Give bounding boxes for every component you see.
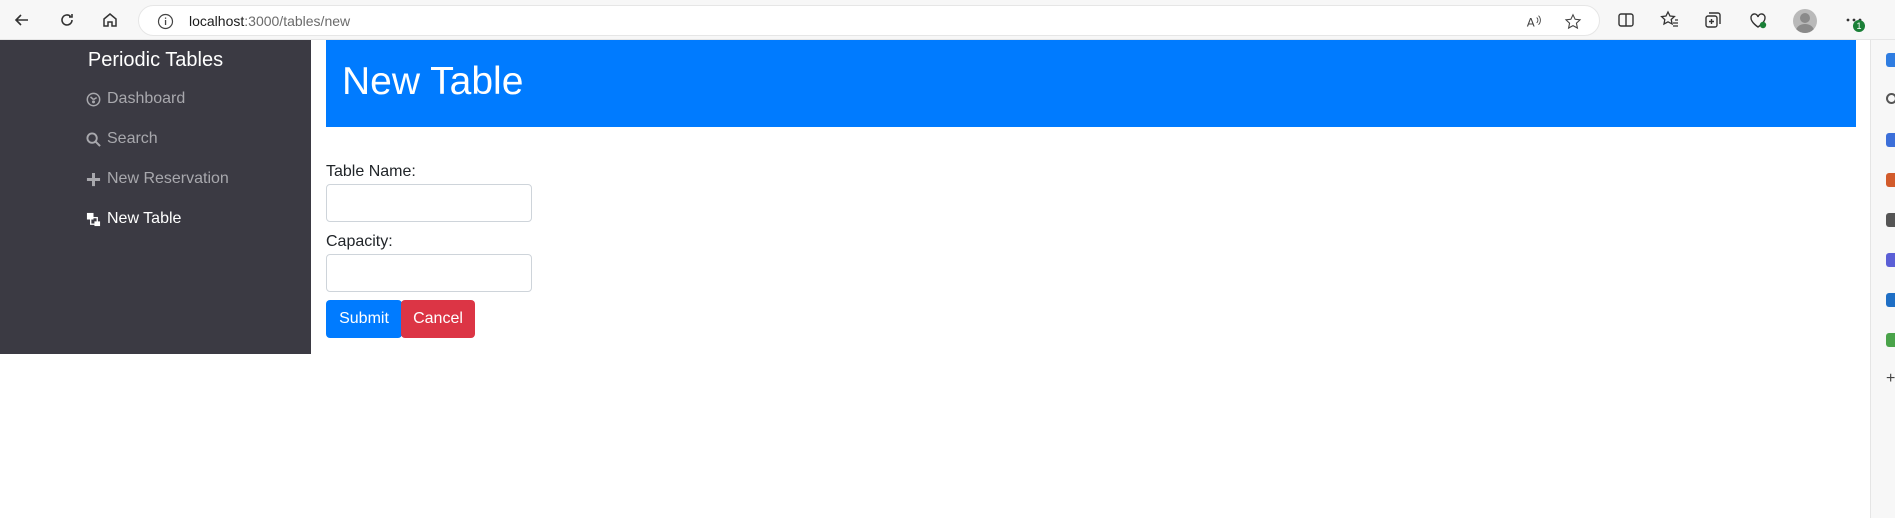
address-bar[interactable]: localhost:3000/tables/new A (138, 5, 1600, 36)
tools-icon[interactable] (1886, 173, 1895, 187)
split-screen-icon (1618, 13, 1634, 27)
plus-icon (85, 171, 102, 188)
home-button[interactable] (94, 6, 126, 34)
brand-title[interactable]: Periodic Tables (0, 49, 311, 72)
favorites-button[interactable] (1654, 6, 1686, 34)
url-text[interactable]: localhost:3000/tables/new (189, 13, 350, 29)
refresh-button[interactable] (51, 6, 83, 34)
search-sidebar-icon[interactable] (1886, 93, 1895, 104)
url-host: localhost (189, 13, 245, 29)
sidebar-item-label: Search (107, 130, 158, 147)
add-icon[interactable]: + (1886, 370, 1895, 388)
sidebar-item-new-reservation[interactable]: New Reservation (85, 170, 229, 188)
capacity-input[interactable] (326, 254, 532, 292)
sidebar-item-label: New Reservation (107, 170, 229, 187)
sidebar-item-dashboard[interactable]: Dashboard (85, 90, 185, 108)
table-name-input[interactable] (326, 184, 532, 222)
table-icon (85, 211, 102, 228)
read-aloud-button[interactable]: A (1523, 11, 1545, 33)
heart-pulse-icon (1750, 13, 1767, 29)
collections-button[interactable] (1697, 6, 1729, 34)
outlook-icon[interactable] (1886, 293, 1895, 307)
games-icon[interactable] (1886, 253, 1895, 267)
profile-avatar[interactable] (1793, 9, 1817, 33)
browser-side-panel: + (1870, 40, 1895, 518)
star-icon (1564, 13, 1582, 30)
drop-icon[interactable] (1886, 333, 1895, 347)
refresh-icon (61, 14, 73, 26)
back-arrow-icon (14, 14, 28, 26)
people-icon[interactable] (1886, 213, 1895, 227)
svg-text:A: A (1527, 16, 1535, 30)
bell-icon[interactable] (1886, 53, 1895, 67)
table-name-label: Table Name: (326, 163, 416, 180)
read-aloud-icon: A (1527, 15, 1541, 30)
page-title: New Table (342, 60, 524, 103)
search-icon (85, 131, 102, 148)
page-header: New Table (326, 40, 1856, 127)
info-icon[interactable] (157, 13, 174, 30)
sidebar-item-label: New Table (107, 210, 182, 227)
dashboard-icon (85, 91, 102, 108)
sidebar-item-label: Dashboard (107, 90, 186, 107)
sidebar-item-new-table[interactable]: New Table (85, 210, 181, 228)
cancel-button[interactable]: Cancel (401, 300, 475, 338)
split-screen-button[interactable] (1610, 6, 1642, 34)
notification-badge: 1 (1853, 20, 1865, 32)
browser-toolbar: localhost:3000/tables/new A 1 (0, 0, 1895, 40)
favorites-icon (1660, 10, 1678, 27)
browser-essentials-button[interactable] (1742, 6, 1774, 34)
submit-button[interactable]: Submit (326, 300, 402, 338)
home-icon (103, 13, 117, 27)
url-path: :3000/tables/new (244, 13, 351, 29)
favorite-button[interactable] (1562, 11, 1584, 33)
app-sidebar: Periodic Tables Dashboard Search New Res… (0, 40, 311, 354)
sidebar-item-search[interactable]: Search (85, 130, 158, 148)
shopping-icon[interactable] (1886, 133, 1895, 147)
capacity-label: Capacity: (326, 233, 393, 250)
collections-icon (1705, 12, 1721, 28)
back-button[interactable] (6, 6, 38, 34)
